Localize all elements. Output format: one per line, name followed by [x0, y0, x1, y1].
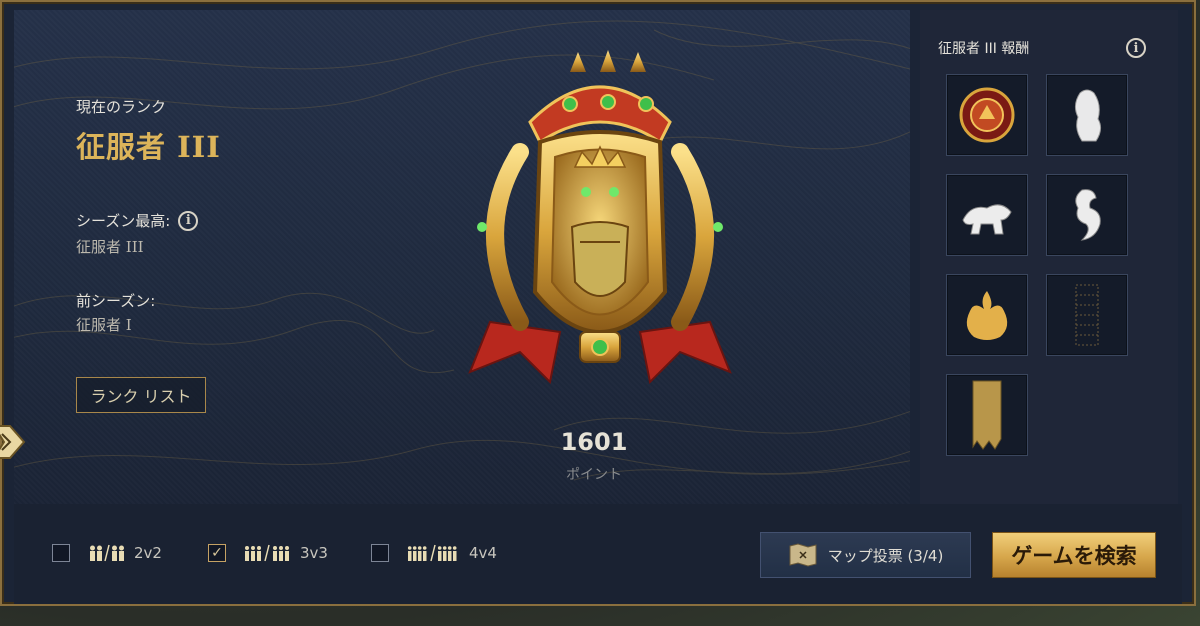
pattern-icon: [1075, 284, 1099, 346]
queue-option-4v4[interactable]: 4v4: [371, 538, 497, 568]
queue-option-2v2[interactable]: 2v2: [52, 538, 162, 568]
dragon-icon: [1075, 189, 1101, 241]
reward-item-medallion[interactable]: [946, 74, 1028, 156]
current-rank-title: 征服者 III: [76, 130, 221, 164]
rewards-info-icon[interactable]: i: [1126, 38, 1146, 58]
queue-label-3v3: 3v3: [300, 544, 328, 562]
checkbox-3v3[interactable]: ✓: [208, 544, 226, 562]
rank-emblem-icon: [468, 50, 732, 385]
rewards-panel: 征服者 III 報酬 i: [920, 10, 1178, 504]
season-high-value: 征服者 III: [76, 238, 144, 256]
checkbox-4v4[interactable]: [371, 544, 389, 562]
reward-item-banner[interactable]: [946, 374, 1028, 456]
info-icon[interactable]: i: [178, 210, 199, 231]
flame-icon: [966, 291, 1008, 340]
queue-label-2v2: 2v2: [134, 544, 162, 562]
points-label: ポイント: [566, 467, 622, 483]
rank-panel: 現在のランク 征服者 III シーズン最高: i 征服者 III 前シーズン: …: [14, 10, 910, 504]
current-rank-label: 現在のランク: [76, 98, 167, 116]
reward-item-flame[interactable]: [946, 274, 1028, 356]
season-high-label: シーズン最高: i: [76, 210, 199, 231]
team-3v3-icon: [244, 543, 292, 563]
season-high-text: シーズン最高:: [76, 212, 171, 230]
points-value: 1601: [560, 428, 628, 456]
team-2v2-icon: [88, 543, 126, 563]
team-4v4-icon: [407, 543, 461, 563]
rewards-title: 征服者 III 報酬: [938, 41, 1030, 57]
reward-item-dragon[interactable]: [1046, 174, 1128, 256]
emblem-medallion-icon: [959, 87, 1015, 143]
map-vote-label: マップ投票 (3/4): [827, 546, 944, 565]
banner-icon: [972, 380, 1002, 450]
queue-label-4v4: 4v4: [469, 544, 497, 562]
ghost-figure-icon: [1074, 89, 1102, 142]
map-vote-button[interactable]: マップ投票 (3/4): [760, 532, 971, 578]
rank-list-button[interactable]: ランク リスト: [76, 377, 206, 413]
map-icon: [789, 543, 817, 567]
tiger-icon: [962, 204, 1012, 235]
checkbox-2v2[interactable]: [52, 544, 70, 562]
search-game-button[interactable]: ゲームを検索: [992, 532, 1156, 578]
queue-option-3v3[interactable]: ✓ 3v3: [208, 538, 328, 568]
reward-item-figure[interactable]: [1046, 74, 1128, 156]
previous-season-label: 前シーズン:: [76, 292, 156, 310]
reward-item-pattern[interactable]: [1046, 274, 1128, 356]
previous-season-value: 征服者 I: [76, 316, 132, 334]
reward-item-tiger[interactable]: [946, 174, 1028, 256]
side-panel-toggle-icon[interactable]: [0, 422, 28, 462]
